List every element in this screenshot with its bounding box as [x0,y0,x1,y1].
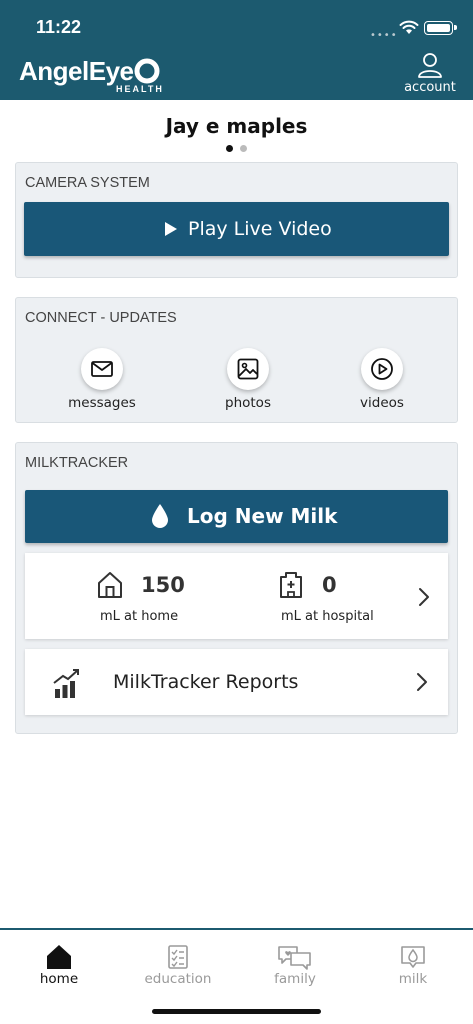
messages-button[interactable]: messages [57,348,147,411]
photos-label: photos [225,395,271,411]
chat-bubbles-icon [278,946,311,970]
play-circle-icon [371,358,393,380]
signal-icon: •••• [370,30,398,41]
home-total-value: 150 [141,573,185,597]
patient-name: Jay e maples [165,114,308,138]
camera-system-section: CAMERA SYSTEM Play Live Video [15,162,458,278]
logo-text: AngelEye [19,56,134,86]
hospital-total: 0 mL at hospital [278,567,398,627]
log-new-milk-label: Log New Milk [187,504,338,528]
page-indicator[interactable] [224,145,250,153]
play-icon [165,222,177,236]
app-header: 11:22 •••• AngelEye HEALTH account [0,0,473,100]
chevron-right-icon [417,673,427,691]
milktracker-reports-button[interactable]: MilkTracker Reports [25,649,448,715]
page-dot-active[interactable] [226,145,233,152]
videos-label: videos [360,395,404,411]
logo-mark-icon [134,58,160,84]
milk-drop-icon [401,946,425,968]
milktracker-reports-label: MilkTracker Reports [113,671,299,693]
tab-home-label: home [39,971,79,987]
page-dot[interactable] [240,145,247,152]
milk-drop-icon [152,504,168,528]
account-button[interactable]: account [400,52,460,96]
checklist-icon [168,945,188,969]
milk-totals-card[interactable]: 150 mL at home 0 mL at hospital [25,553,448,639]
tab-family-label: family [274,971,316,987]
tab-family[interactable]: family [250,944,340,987]
play-live-video-button[interactable]: Play Live Video [24,202,449,256]
videos-button[interactable]: videos [337,348,427,411]
section-title: MILKTRACKER [25,455,129,471]
envelope-icon [91,361,113,377]
messages-icon-circle [81,348,123,390]
hospital-total-value: 0 [322,573,337,597]
tab-home[interactable]: home [14,944,104,987]
chevron-right-icon [419,588,429,606]
section-title: CONNECT - UPDATES [25,310,177,326]
house-icon [98,572,122,598]
hospital-icon [280,572,302,598]
photos-button[interactable]: photos [203,348,293,411]
home-total-label: mL at home [100,609,179,624]
bar-chart-trend-icon [53,669,79,698]
milktracker-section: MILKTRACKER Log New Milk 150 mL at home … [15,442,458,734]
tab-education-label: education [144,971,212,987]
tab-education[interactable]: education [133,944,223,987]
hospital-total-label: mL at hospital [281,609,374,624]
play-live-video-label: Play Live Video [188,218,332,240]
wifi-icon [399,20,419,34]
connect-updates-section: CONNECT - UPDATES messages photos videos [15,297,458,423]
home-indicator [152,1009,321,1014]
home-total: 150 mL at home [97,567,217,627]
battery-icon [424,21,457,35]
videos-icon-circle [361,348,403,390]
tab-milk-label: milk [398,971,428,987]
home-icon [47,945,71,969]
account-label: account [404,80,456,95]
logo-subtext: HEALTH [116,84,164,94]
section-title: CAMERA SYSTEM [25,175,150,191]
messages-label: messages [68,395,136,411]
log-new-milk-button[interactable]: Log New Milk [25,490,448,543]
tab-milk[interactable]: milk [368,944,458,987]
user-icon [418,53,442,78]
status-time: 11:22 [36,17,82,37]
image-icon [237,358,259,380]
photos-icon-circle [227,348,269,390]
